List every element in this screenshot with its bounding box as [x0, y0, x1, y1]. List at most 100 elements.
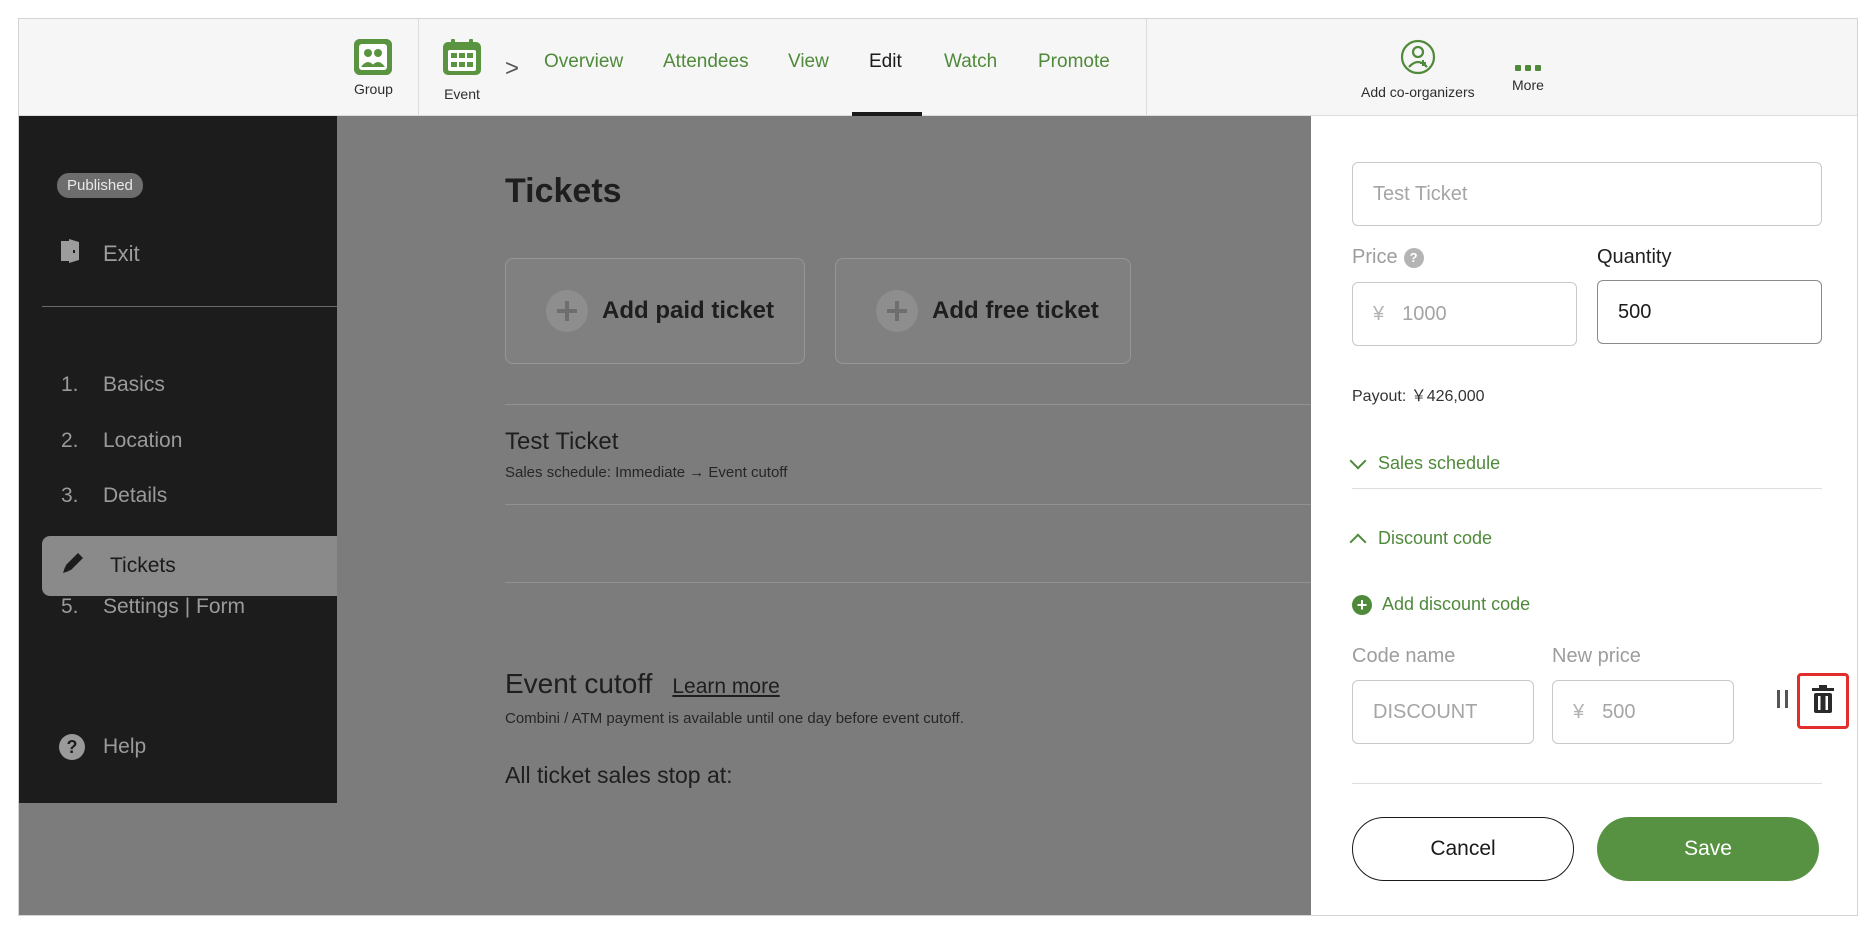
sidebar-step-details[interactable]: 3. Details	[61, 484, 167, 508]
payout-text: Payout: ￥426,000	[1352, 388, 1485, 405]
breadcrumb-chevron-icon: >	[505, 55, 520, 82]
new-price-input[interactable]: ¥ 500	[1552, 680, 1734, 744]
divider	[1352, 783, 1822, 784]
app-window: Group Event > Overview Attendees View Ed…	[18, 18, 1858, 916]
add-free-ticket-label: Add free ticket	[932, 297, 1099, 324]
code-name-input[interactable]: DISCOUNT	[1352, 680, 1534, 744]
add-paid-ticket-button[interactable]: Add paid ticket	[505, 258, 805, 364]
main-content: Tickets Add paid ticket Add free ticket …	[337, 116, 1339, 915]
step-number: 1.	[61, 373, 79, 396]
ticket-name-input[interactable]: Test Ticket	[1352, 162, 1822, 226]
divider	[42, 306, 337, 307]
step-label: Tickets	[110, 554, 176, 577]
event-cutoff-heading: Event cutoff Learn more	[505, 668, 780, 700]
step-label: Settings | Form	[103, 595, 245, 618]
group-icon	[354, 39, 393, 75]
new-price-label: New price	[1552, 645, 1641, 667]
save-button[interactable]: Save	[1597, 817, 1819, 881]
add-co-organizers-label: Add co-organizers	[1361, 84, 1475, 100]
quantity-value: 500	[1618, 300, 1652, 323]
exit-button[interactable]: Exit	[59, 238, 140, 270]
divider	[1352, 488, 1822, 489]
add-co-organizers-button[interactable]: Add co-organizers	[1361, 39, 1475, 100]
exit-label: Exit	[103, 241, 140, 266]
step-label: Details	[103, 484, 168, 507]
tab-edit[interactable]: Edit	[869, 51, 902, 73]
help-question-icon[interactable]: ?	[1403, 247, 1424, 268]
cutoff-note: Combini / ATM payment is available until…	[505, 710, 964, 727]
step-number: 5.	[61, 595, 79, 618]
add-discount-code-button[interactable]: + Add discount code	[1352, 594, 1530, 615]
chevron-up-icon	[1349, 533, 1367, 550]
edit-sidebar: Published Exit 1. Basics 2. Location 3. …	[19, 116, 337, 803]
currency-symbol: ¥	[1573, 700, 1585, 723]
sidebar-step-settings-form[interactable]: 5. Settings | Form	[61, 595, 245, 619]
add-person-icon	[1400, 39, 1436, 80]
trash-icon	[1811, 684, 1835, 718]
tab-view[interactable]: View	[788, 51, 829, 73]
divider	[505, 504, 1339, 505]
learn-more-link[interactable]: Learn more	[672, 675, 779, 699]
cancel-button[interactable]: Cancel	[1352, 817, 1574, 881]
sidebar-step-basics[interactable]: 1. Basics	[61, 373, 165, 397]
plus-circle-icon	[546, 290, 588, 332]
event-label: Event	[444, 86, 480, 102]
quantity-label: Quantity	[1597, 246, 1672, 268]
help-link[interactable]: ? Help	[59, 734, 146, 760]
event-nav-button[interactable]: Event	[443, 39, 481, 102]
pencil-icon	[60, 550, 86, 582]
event-cutoff-title: Event cutoff	[505, 668, 653, 699]
more-menu-button[interactable]: More	[1512, 39, 1544, 93]
code-name-value: DISCOUNT	[1373, 700, 1478, 723]
price-input[interactable]: ¥ 1000	[1352, 282, 1577, 346]
add-paid-ticket-label: Add paid ticket	[602, 297, 775, 324]
tab-promote[interactable]: Promote	[1038, 51, 1110, 73]
step-label: Basics	[103, 373, 165, 396]
drag-handle-icon[interactable]	[1777, 690, 1788, 708]
plus-circle-icon	[876, 290, 918, 332]
step-number: 2.	[61, 429, 79, 452]
divider	[1146, 19, 1147, 116]
add-discount-code-label: Add discount code	[1382, 594, 1531, 614]
new-price-value: 500	[1602, 700, 1636, 723]
sales-schedule-toggle[interactable]: Sales schedule	[1349, 452, 1501, 474]
price-value: 1000	[1402, 302, 1447, 325]
ticket-name[interactable]: Test Ticket	[505, 428, 618, 456]
code-name-label: Code name	[1352, 645, 1456, 667]
question-circle-icon: ?	[59, 734, 85, 760]
discount-code-label: Discount code	[1378, 528, 1493, 548]
add-free-ticket-button[interactable]: Add free ticket	[835, 258, 1131, 364]
more-label: More	[1512, 77, 1544, 93]
quantity-input[interactable]: 500	[1597, 280, 1822, 344]
page-title: Tickets	[505, 172, 622, 210]
calendar-icon	[443, 39, 481, 80]
price-label-text: Price	[1352, 246, 1398, 268]
discount-code-toggle[interactable]: Discount code	[1349, 528, 1493, 550]
ticket-sales-stop-label: All ticket sales stop at:	[505, 762, 733, 788]
currency-symbol: ¥	[1373, 302, 1385, 325]
exit-door-icon	[59, 238, 83, 270]
plus-circle-icon: +	[1352, 594, 1372, 615]
divider	[505, 404, 1339, 405]
help-label: Help	[103, 735, 147, 758]
group-label: Group	[354, 81, 393, 97]
tab-attendees[interactable]: Attendees	[663, 51, 749, 73]
top-navigation-bar: Group Event > Overview Attendees View Ed…	[19, 19, 1857, 116]
divider	[505, 582, 1339, 583]
ticket-name-value: Test Ticket	[1373, 182, 1468, 205]
delete-discount-button[interactable]	[1797, 673, 1849, 729]
group-nav-button[interactable]: Group	[354, 39, 393, 97]
overlay-area	[19, 803, 337, 915]
sales-schedule-label: Sales schedule	[1378, 453, 1501, 473]
divider	[418, 19, 419, 116]
step-label: Location	[103, 429, 183, 452]
tab-watch[interactable]: Watch	[944, 51, 997, 73]
tab-overview[interactable]: Overview	[544, 51, 623, 73]
chevron-down-icon	[1349, 452, 1367, 469]
ticket-edit-panel: Test Ticket Price ? Quantity ¥ 1000 500 …	[1311, 116, 1857, 915]
sidebar-step-tickets[interactable]: Tickets	[42, 536, 337, 596]
status-badge: Published	[57, 173, 143, 198]
sidebar-step-location[interactable]: 2. Location	[61, 429, 182, 453]
more-dots-icon	[1514, 39, 1541, 75]
step-number: 3.	[61, 484, 79, 507]
